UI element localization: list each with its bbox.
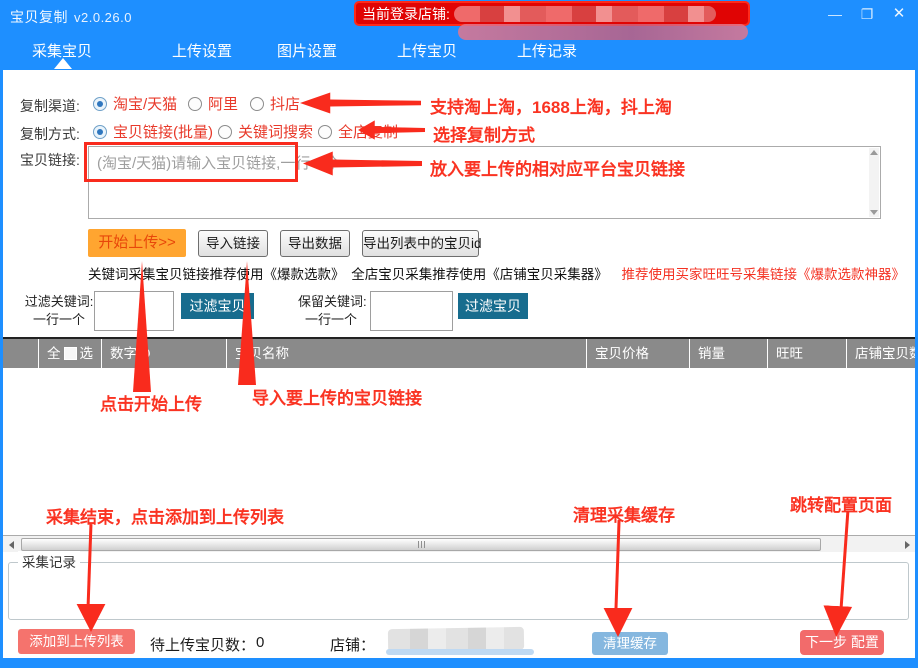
radio-ali[interactable]: 阿里 [188,93,238,114]
shop-label: 店铺： [330,634,375,655]
add-to-upload-list-button[interactable]: 添加到上传列表 [18,629,135,654]
filter-keep-label: 保留关键词: 一行一个 [298,293,364,329]
radio-icon [318,125,332,139]
table-header-wangwang: 旺旺 [768,339,847,368]
table-header-item-name: 宝贝名称 [227,339,587,368]
filter-keep-button[interactable]: 过滤宝贝 [458,293,528,319]
channel-label: 复制渠道: [20,96,80,116]
export-ids-button[interactable]: 导出列表中的宝贝id [362,230,479,257]
table-header-empty [3,339,39,368]
collect-log-groupbox [8,562,909,620]
scrollbar-thumb[interactable] [21,538,821,551]
collect-log-label: 采集记录 [18,551,80,571]
login-shop-label: 当前登录店铺: [362,4,450,24]
active-tab-caret-icon [54,58,72,69]
radio-label: 关键词搜索 [238,121,313,142]
filter-keep-label-line2: 一行一个 [298,311,364,329]
filter-exclude-label-line1: 过滤关键词: [22,293,96,311]
filter-exclude-input[interactable] [94,291,174,331]
table-header-shop-count: 店铺宝贝数 [847,339,915,368]
maximize-button[interactable]: ❐ [858,4,876,24]
tab-upload-records[interactable]: 上传记录 [507,40,587,61]
pending-count-value: 0 [256,634,264,651]
select-all-suffix: 选 [80,339,94,368]
tips-red-text: 推荐使用买家旺旺号采集链接《爆款选款神器》 [622,267,906,282]
start-upload-button[interactable]: 开始上传>> [88,229,186,257]
app-title: 宝贝复制 v2.0.26.0 [10,7,132,27]
filter-exclude-label-line2: 一行一个 [22,311,96,329]
tips-line: 关键词采集宝贝链接推荐使用《爆款选款》 全店宝贝采集推荐使用《店铺宝贝采集器》 … [88,263,913,283]
table-header-select-all[interactable]: 全 选 [39,339,102,368]
mode-label: 复制方式: [20,124,80,144]
scrollbar-grip-icon [421,541,422,548]
table-header-digit-id: 数字ID [102,339,227,368]
radio-label: 宝贝链接(批量) [113,121,213,142]
annotation-start-tip: 点击开始上传 [100,390,202,415]
radio-icon [93,125,107,139]
scroll-right-icon [905,541,910,549]
login-shop-banner: 当前登录店铺: [354,1,750,26]
scroll-up-icon [870,150,878,155]
table-header-item-price: 宝贝价格 [587,339,690,368]
app-version: v2.0.26.0 [74,10,132,25]
radio-link-batch[interactable]: 宝贝链接(批量) [93,121,213,142]
window-border [0,658,918,668]
next-step-config-button[interactable]: 下一步 配置 [800,630,884,655]
annotation-import-tip: 导入要上传的宝贝链接 [252,384,422,409]
pending-count-label: 待上传宝贝数： [150,634,255,655]
filter-keep-label-line1: 保留关键词: [298,293,364,311]
window-border [0,0,3,668]
annotation-cache-tip: 清理采集缓存 [573,501,675,526]
scroll-left-button[interactable] [4,538,18,551]
radio-keyword-search[interactable]: 关键词搜索 [218,121,313,142]
close-button[interactable]: ✕ [890,4,908,24]
clear-cache-button[interactable]: 清理缓存 [592,632,668,655]
scroll-left-icon [9,541,14,549]
annotation-link-tip: 放入要上传的相对应平台宝贝链接 [430,155,685,180]
radio-taobao-tmall[interactable]: 淘宝/天猫 [93,93,177,114]
filter-keep-input[interactable] [370,291,453,331]
annotation-channel-tip: 支持淘上淘，1688上淘，抖上淘 [430,93,672,118]
tab-upload-items[interactable]: 上传宝贝 [387,40,467,61]
minimize-button[interactable]: — [826,4,844,24]
radio-icon [93,97,107,111]
link-label: 宝贝链接: [20,150,80,170]
radio-icon [188,97,202,111]
filter-exclude-label: 过滤关键词: 一行一个 [22,293,96,329]
export-data-button[interactable]: 导出数据 [280,230,350,257]
banner-redaction-smear [458,24,748,40]
app-title-text: 宝贝复制 [10,9,68,25]
shop-name-redaction [454,6,716,22]
scroll-down-icon [870,210,878,215]
annotation-add-tip: 采集结束，点击添加到上传列表 [46,503,284,528]
radio-icon [218,125,232,139]
select-all-checkbox[interactable] [64,347,77,360]
annotation-mode-tip: 选择复制方式 [433,121,535,146]
radio-douyin[interactable]: 抖店 [250,93,300,114]
filter-exclude-button[interactable]: 过滤宝贝 [181,293,254,319]
window-controls: — ❐ ✕ [826,4,908,24]
annotation-highlight-box [84,142,298,182]
import-links-button[interactable]: 导入链接 [198,230,268,257]
app-window: 宝贝复制v2.0.26.0 — ❐ ✕ 当前登录店铺: 采集宝贝 上传设置 图片… [0,0,918,668]
shop-redaction-underline [386,649,534,655]
horizontal-scrollbar[interactable] [3,535,915,552]
tips-black-text: 关键词采集宝贝链接推荐使用《爆款选款》 全店宝贝采集推荐使用《店铺宝贝采集器》 [88,267,608,282]
select-all-prefix: 全 [47,339,61,368]
radio-label: 淘宝/天猫 [113,93,177,114]
table-header-sales: 销量 [690,339,768,368]
tab-image-settings[interactable]: 图片设置 [267,40,347,61]
radio-label: 阿里 [208,93,238,114]
radio-icon [250,97,264,111]
textarea-scrollbar[interactable] [869,148,879,217]
scroll-right-button[interactable] [900,538,914,551]
radio-label: 抖店 [270,93,300,114]
tab-upload-settings[interactable]: 上传设置 [162,40,242,61]
annotation-config-tip: 跳转配置页面 [790,491,892,516]
